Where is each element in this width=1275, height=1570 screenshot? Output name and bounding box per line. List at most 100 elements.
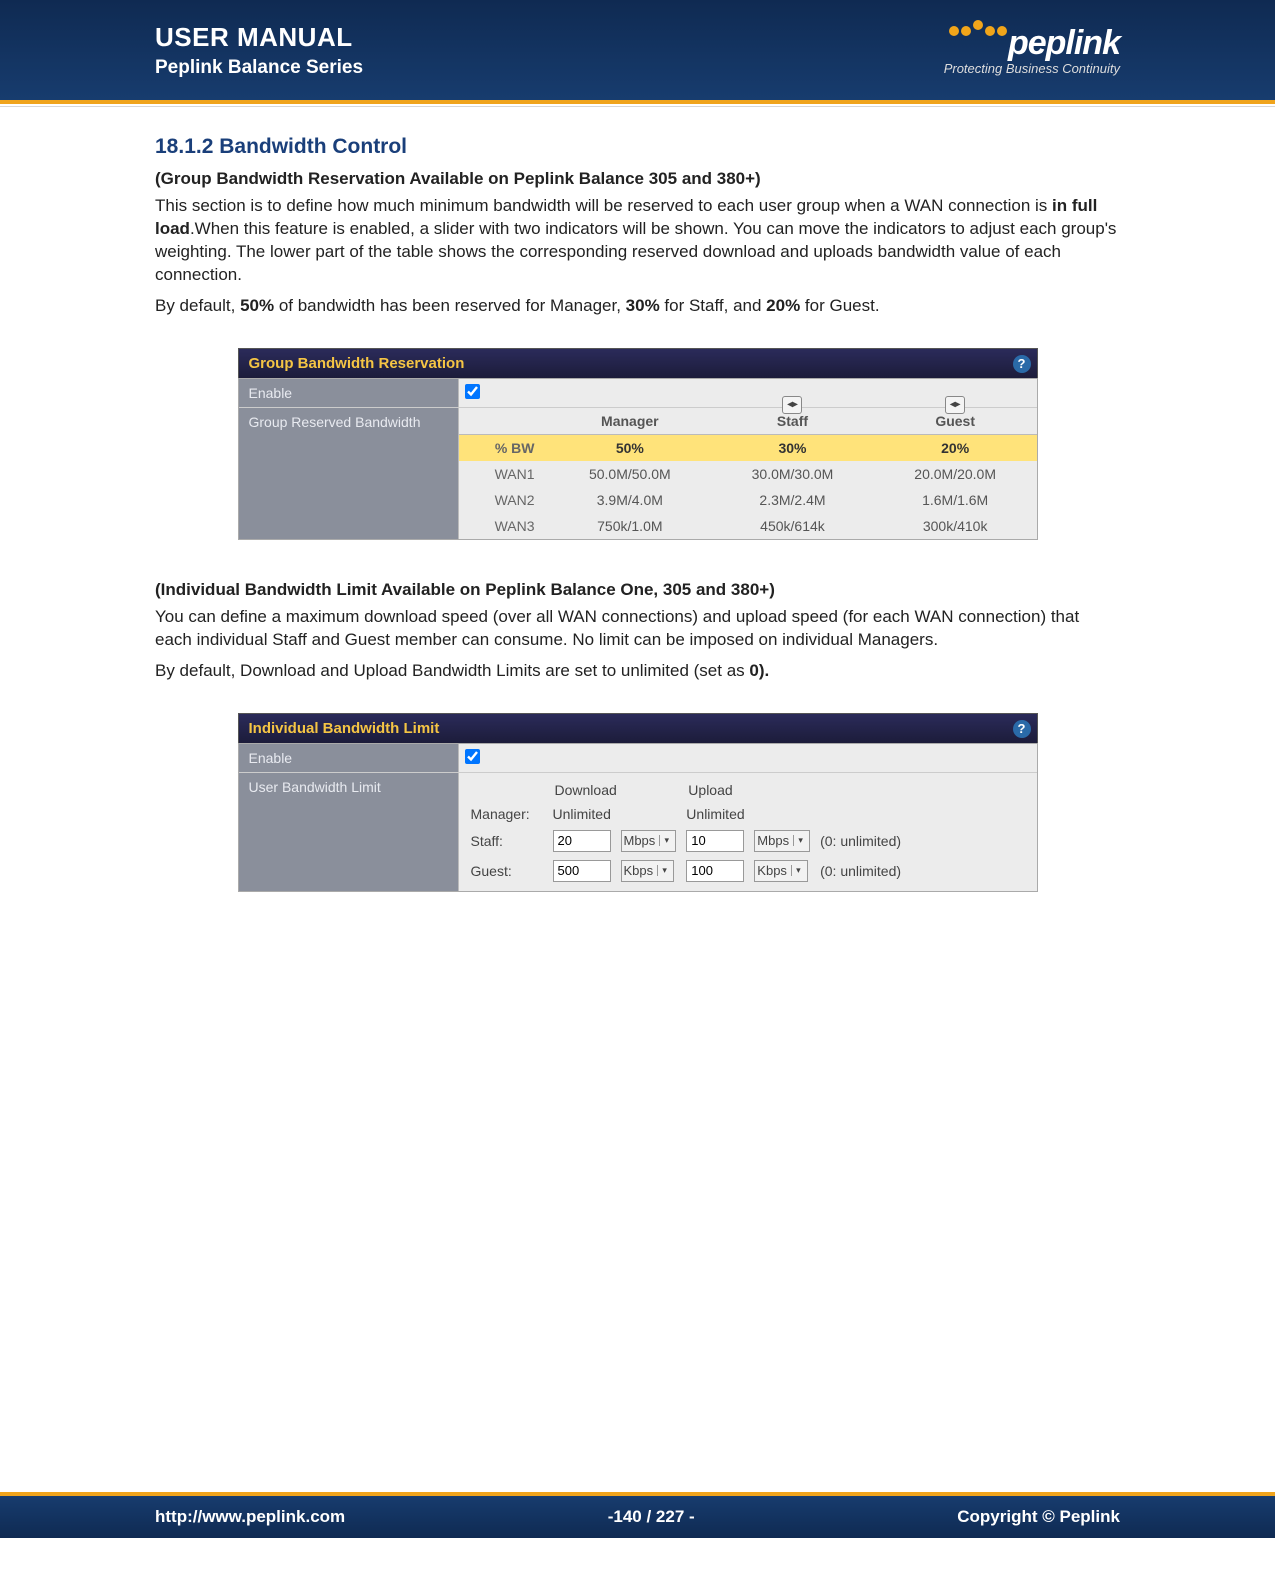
guest-dl-input[interactable] <box>553 860 611 882</box>
doc-header: USER MANUAL Peplink Balance Series pepli… <box>0 0 1275 100</box>
wan2-mgr: 3.9M/4.0M <box>549 487 712 513</box>
guest-dl-unit: Kbps <box>624 863 654 878</box>
staff-dl-unit: Mbps <box>624 833 656 848</box>
p2b: 50% <box>240 296 274 315</box>
p2e: for Staff, and <box>660 296 766 315</box>
col-staff-label: Staff <box>777 413 808 429</box>
staff-ul-unit-select[interactable]: Mbps ▾ <box>754 830 810 852</box>
chevron-down-icon: ▾ <box>657 865 671 876</box>
footer-url: http://www.peplink.com <box>155 1507 345 1527</box>
panel1-title: Group Bandwidth Reservation <box>249 355 465 372</box>
guest-ul-input[interactable] <box>686 860 744 882</box>
doc-title: USER MANUAL <box>155 22 363 53</box>
enable2-checkbox[interactable] <box>465 749 480 764</box>
wan1-mgr: 50.0M/50.0M <box>549 461 712 487</box>
staff-label: Staff: <box>467 827 547 855</box>
chevron-down-icon: ▾ <box>659 835 673 846</box>
slider-handle-icon[interactable]: ◂▸ <box>782 396 802 414</box>
table-row: WAN1 50.0M/50.0M 30.0M/30.0M 20.0M/20.0M <box>459 461 1037 487</box>
para-1: This section is to define how much minim… <box>155 195 1120 287</box>
help-icon[interactable]: ? <box>1013 720 1031 738</box>
logo-dots-icon <box>948 23 1008 41</box>
doc-subtitle: Peplink Balance Series <box>155 57 363 79</box>
guest-label: Guest: <box>467 857 547 885</box>
guest-ul-unit-select[interactable]: Kbps ▾ <box>754 860 808 882</box>
head-download: Download <box>549 779 681 801</box>
wan3-guest: 300k/410k <box>874 513 1037 539</box>
pct-manager: 50% <box>549 434 712 461</box>
p4a: By default, Download and Upload Bandwidt… <box>155 661 749 680</box>
staff-dl-unit-select[interactable]: Mbps▾ <box>621 830 677 852</box>
table-row: WAN3 750k/1.0M 450k/614k 300k/410k <box>459 513 1037 539</box>
panel2-title: Individual Bandwidth Limit <box>249 720 440 737</box>
enable-label: Enable <box>239 379 459 407</box>
individual-bandwidth-panel: Individual Bandwidth Limit ? Enable User… <box>238 713 1038 892</box>
chevron-down-icon: ▾ <box>793 835 807 846</box>
individual-note: (Individual Bandwidth Limit Available on… <box>155 580 1120 600</box>
col-manager: Manager <box>549 408 712 435</box>
staff-row: Staff: Mbps▾ Mbps▾ (0: unlimited) <box>467 827 906 855</box>
enable-checkbox[interactable] <box>465 384 480 399</box>
doc-footer: http://www.peplink.com -140 / 227 - Copy… <box>0 1492 1275 1538</box>
col-guest: ◂▸ Guest <box>874 408 1037 435</box>
logo-tagline: Protecting Business Continuity <box>944 61 1120 76</box>
unlim-note: (0: unlimited) <box>816 857 905 885</box>
wan3-staff: 450k/614k <box>711 513 874 539</box>
wan2-guest: 1.6M/1.6M <box>874 487 1037 513</box>
limit-table: Download Upload Manager: Unlimited Unlim… <box>465 777 908 887</box>
panel1-title-bar: Group Bandwidth Reservation ? <box>238 348 1038 378</box>
col-blank <box>459 408 549 435</box>
head-upload: Upload <box>682 779 814 801</box>
bandwidth-table: Manager ◂▸ Staff ◂▸ Guest <box>459 408 1037 539</box>
para-4: By default, Download and Upload Bandwidt… <box>155 660 1120 683</box>
header-rule-orange <box>0 100 1275 104</box>
pct-label: % BW <box>459 434 549 461</box>
para1-a: This section is to define how much minim… <box>155 196 1052 215</box>
unlim-note: (0: unlimited) <box>816 827 905 855</box>
footer-copyright: Copyright © Peplink <box>957 1507 1120 1527</box>
staff-dl-input[interactable] <box>553 830 611 852</box>
enable2-label: Enable <box>239 744 459 772</box>
group-note: (Group Bandwidth Reservation Available o… <box>155 169 1120 189</box>
p2c: of bandwidth has been reserved for Manag… <box>274 296 626 315</box>
ubl-label: User Bandwidth Limit <box>239 773 459 891</box>
manager-ul: Unlimited <box>682 803 814 825</box>
p4b: 0). <box>749 661 769 680</box>
chevron-down-icon: ▾ <box>791 865 805 876</box>
col-guest-label: Guest <box>935 413 975 429</box>
help-icon[interactable]: ? <box>1013 355 1031 373</box>
p2d: 30% <box>626 296 660 315</box>
col-staff: ◂▸ Staff <box>711 408 874 435</box>
logo: peplink Protecting Business Continuity <box>944 24 1120 76</box>
pct-guest: 20% <box>874 434 1037 461</box>
wan2-label: WAN2 <box>459 487 549 513</box>
wan1-label: WAN1 <box>459 461 549 487</box>
wan3-label: WAN3 <box>459 513 549 539</box>
pct-row: % BW 50% 30% 20% <box>459 434 1037 461</box>
para-3: You can define a maximum download speed … <box>155 606 1120 652</box>
guest-dl-unit-select[interactable]: Kbps▾ <box>621 860 675 882</box>
manager-dl: Unlimited <box>549 803 681 825</box>
pct-staff: 30% <box>711 434 874 461</box>
staff-ul-input[interactable] <box>686 830 744 852</box>
table-row: WAN2 3.9M/4.0M 2.3M/2.4M 1.6M/1.6M <box>459 487 1037 513</box>
group-bandwidth-panel: Group Bandwidth Reservation ? Enable Gro… <box>238 348 1038 540</box>
p2g: for Guest. <box>800 296 879 315</box>
staff-ul-unit: Mbps <box>757 833 789 848</box>
slider-handle-icon[interactable]: ◂▸ <box>945 396 965 414</box>
footer-page: -140 / 227 - <box>608 1507 695 1527</box>
grb-label: Group Reserved Bandwidth <box>239 408 459 539</box>
guest-ul-unit: Kbps <box>757 863 787 878</box>
manager-label: Manager: <box>467 803 547 825</box>
wan2-staff: 2.3M/2.4M <box>711 487 874 513</box>
para-2: By default, 50% of bandwidth has been re… <box>155 295 1120 318</box>
guest-row: Guest: Kbps▾ Kbps▾ (0: unlimited) <box>467 857 906 885</box>
wan3-mgr: 750k/1.0M <box>549 513 712 539</box>
section-heading: 18.1.2 Bandwidth Control <box>155 135 1120 159</box>
manager-row: Manager: Unlimited Unlimited <box>467 803 906 825</box>
panel2-title-bar: Individual Bandwidth Limit ? <box>238 713 1038 743</box>
logo-text: peplink <box>1008 24 1120 63</box>
p2a: By default, <box>155 296 240 315</box>
wan1-staff: 30.0M/30.0M <box>711 461 874 487</box>
wan1-guest: 20.0M/20.0M <box>874 461 1037 487</box>
